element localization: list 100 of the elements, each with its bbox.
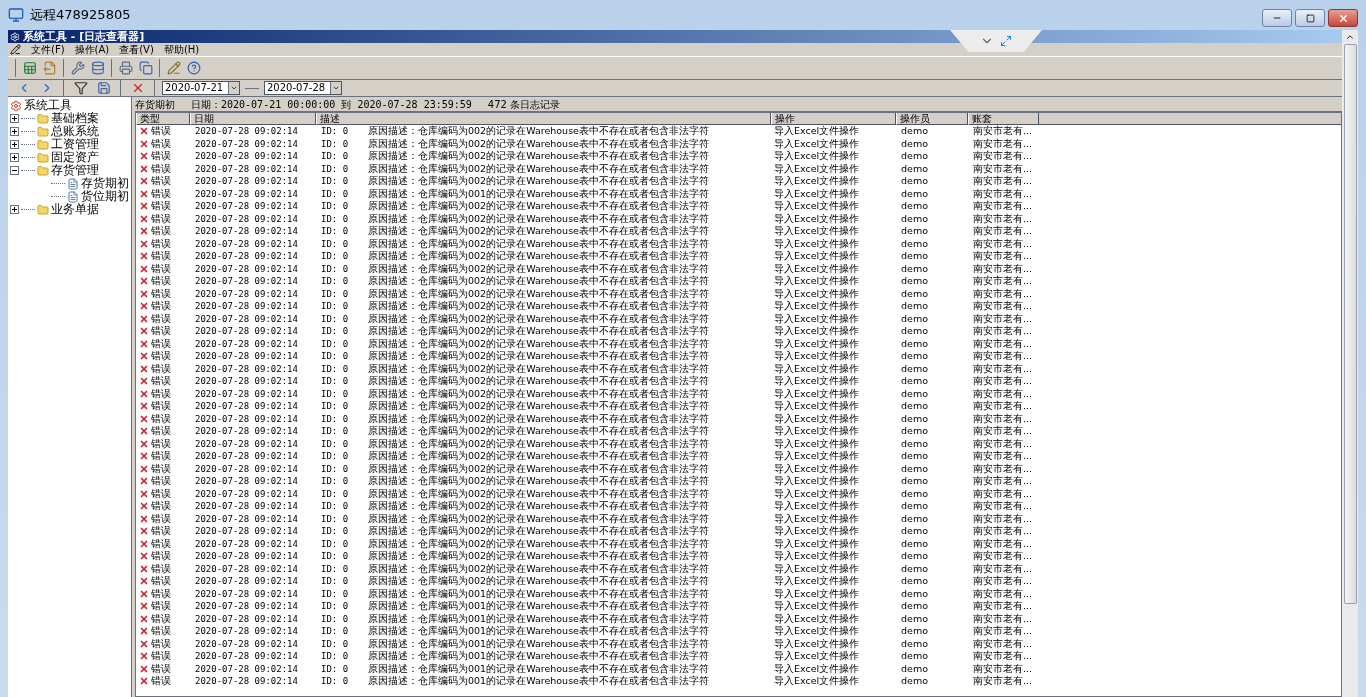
table-cell: 错误 bbox=[151, 612, 171, 625]
table-cell: 南安市老有... bbox=[973, 287, 1033, 299]
table-cell: 南安市老有... bbox=[973, 125, 1033, 137]
table-cell: demo bbox=[901, 425, 928, 437]
table-cell: 原因描述：仓库编码为002的记录在Warehouse表中不存在或者包含非法字符 bbox=[368, 562, 709, 575]
tree-item[interactable]: 工资管理 bbox=[51, 138, 99, 151]
table-cell: 南安市老有... bbox=[973, 262, 1033, 274]
table-cell: 导入Excel文件操作 bbox=[774, 650, 860, 662]
error-icon bbox=[139, 126, 149, 137]
table-cell: 2020-07-28 09:02:14 bbox=[195, 401, 298, 412]
menu-item[interactable]: 操作(A) bbox=[74, 43, 110, 56]
table-cell-text: ID: 0 bbox=[321, 200, 350, 213]
table-cell: 原因描述：仓库编码为002的记录在Warehouse表中不存在或者包含非法字符 bbox=[368, 500, 709, 513]
table-cell: 2020-07-28 09:02:14 bbox=[195, 413, 298, 424]
table-cell-text: ID: 0 bbox=[321, 287, 350, 300]
error-icon bbox=[139, 326, 149, 337]
table-cell: 2020-07-28 09:02:14 bbox=[195, 426, 298, 437]
table-cell: demo bbox=[901, 350, 928, 362]
tree-item[interactable]: 货位期初 bbox=[81, 190, 129, 203]
menu-item[interactable]: 文件(F) bbox=[31, 43, 65, 56]
scroll-up-icon[interactable] bbox=[1345, 32, 1355, 42]
table-cell: demo bbox=[901, 162, 928, 174]
table-cell: 错误 bbox=[151, 125, 171, 138]
column-header[interactable]: 操作 bbox=[771, 113, 896, 125]
tree-item[interactable]: 存货期初 bbox=[81, 177, 129, 190]
table-cell: 原因描述：仓库编码为001的记录在Warehouse表中不存在或者包含非法字符 bbox=[368, 600, 709, 613]
maximize-button[interactable] bbox=[1295, 9, 1325, 27]
table-cell: 导入Excel文件操作 bbox=[774, 425, 860, 437]
tree-item[interactable]: 基础档案 bbox=[51, 112, 99, 125]
table-cell: 2020-07-28 09:02:14 bbox=[195, 276, 298, 287]
tree-item[interactable]: 总账系统 bbox=[51, 125, 99, 138]
table-cell: 原因描述：仓库编码为002的记录在Warehouse表中不存在或者包含非法字符 bbox=[368, 337, 709, 350]
table-cell: 2020-07-28 09:02:14 bbox=[195, 588, 298, 599]
table-cell: 导入Excel文件操作 bbox=[774, 525, 860, 537]
table-cell: 导入Excel文件操作 bbox=[774, 150, 860, 162]
table-cell: demo bbox=[901, 437, 928, 449]
menu-item[interactable]: 查看(V) bbox=[119, 43, 154, 56]
tree-item[interactable]: 固定资产 bbox=[51, 151, 99, 164]
close-button[interactable] bbox=[1328, 9, 1358, 27]
table-cell: demo bbox=[901, 175, 928, 187]
table-cell: 原因描述：仓库编码为002的记录在Warehouse表中不存在或者包含非法字符 bbox=[368, 350, 709, 363]
table-cell: 导入Excel文件操作 bbox=[774, 325, 860, 337]
close-icon bbox=[1337, 12, 1349, 24]
column-header[interactable]: 操作员 bbox=[896, 113, 968, 125]
table-cell-text: ID: 0 bbox=[321, 637, 350, 650]
table-cell: 南安市老有... bbox=[973, 475, 1033, 487]
error-icon bbox=[139, 426, 149, 437]
dropdown-icon[interactable] bbox=[332, 84, 340, 92]
table-cell-text: ID: 0 bbox=[321, 512, 350, 525]
table-cell: 错误 bbox=[151, 625, 171, 638]
menu-item[interactable]: 帮助(H) bbox=[163, 43, 200, 56]
error-icon bbox=[139, 263, 149, 274]
expand-toggle[interactable] bbox=[10, 127, 19, 136]
error-icon bbox=[139, 163, 149, 174]
expand-toggle[interactable] bbox=[10, 205, 19, 214]
column-header[interactable]: 账套 bbox=[968, 113, 1039, 125]
column-header[interactable]: 描述 bbox=[316, 113, 771, 125]
tree-item[interactable]: 系统工具 bbox=[24, 99, 72, 112]
collapse-toggle[interactable] bbox=[10, 166, 19, 175]
table-cell: 原因描述：仓库编码为002的记录在Warehouse表中不存在或者包含非法字符 bbox=[368, 412, 709, 425]
start-date-field[interactable]: 2020-07-21 bbox=[162, 81, 240, 95]
error-icon bbox=[139, 526, 149, 537]
table-cell: 2020-07-28 09:02:14 bbox=[195, 213, 298, 224]
table-cell: demo bbox=[901, 487, 928, 499]
table-cell: 错误 bbox=[151, 412, 171, 425]
column-header[interactable]: 类型 bbox=[136, 113, 190, 125]
tree-item[interactable]: 存货管理 bbox=[51, 164, 99, 177]
table-cell: 南安市老有... bbox=[973, 300, 1033, 312]
table-cell: 导入Excel文件操作 bbox=[774, 350, 860, 362]
table-cell: 错误 bbox=[151, 487, 171, 500]
expand-toggle[interactable] bbox=[10, 140, 19, 149]
table-cell-text: ID: 0 bbox=[321, 675, 350, 688]
table-cell: 南安市老有... bbox=[973, 450, 1033, 462]
expand-toggle[interactable] bbox=[10, 153, 19, 162]
minimize-button[interactable] bbox=[1262, 9, 1292, 27]
table-cell: 2020-07-28 09:02:14 bbox=[195, 451, 298, 462]
error-icon bbox=[139, 551, 149, 562]
table-cell: 原因描述：仓库编码为002的记录在Warehouse表中不存在或者包含非法字符 bbox=[368, 400, 709, 413]
table-cell-text: ID: 0 bbox=[321, 500, 350, 513]
end-date-field[interactable]: 2020-07-28 bbox=[264, 81, 342, 95]
table-cell: 导入Excel文件操作 bbox=[774, 200, 860, 212]
table-cell: 错误 bbox=[151, 350, 171, 363]
table-cell: demo bbox=[901, 362, 928, 374]
scrollbar[interactable] bbox=[1342, 30, 1358, 697]
table-cell: 错误 bbox=[151, 250, 171, 263]
dropdown-icon[interactable] bbox=[230, 84, 238, 92]
error-icon bbox=[139, 338, 149, 349]
scroll-thumb[interactable] bbox=[1343, 44, 1357, 604]
table-cell-text: ID: 0 bbox=[321, 450, 350, 463]
table-cell: demo bbox=[901, 250, 928, 262]
table-cell: 错误 bbox=[151, 325, 171, 338]
table-cell-text: ID: 0 bbox=[321, 537, 350, 550]
table-cell: 南安市老有... bbox=[973, 650, 1033, 662]
error-icon bbox=[139, 138, 149, 149]
table-cell: 2020-07-28 09:02:14 bbox=[195, 188, 298, 199]
column-header[interactable]: 日期 bbox=[190, 113, 316, 125]
fullscreen-icon[interactable] bbox=[1000, 35, 1012, 47]
table-cell: 导入Excel文件操作 bbox=[774, 587, 860, 599]
tree-item[interactable]: 业务单据 bbox=[51, 203, 99, 216]
expand-toggle[interactable] bbox=[10, 114, 19, 123]
